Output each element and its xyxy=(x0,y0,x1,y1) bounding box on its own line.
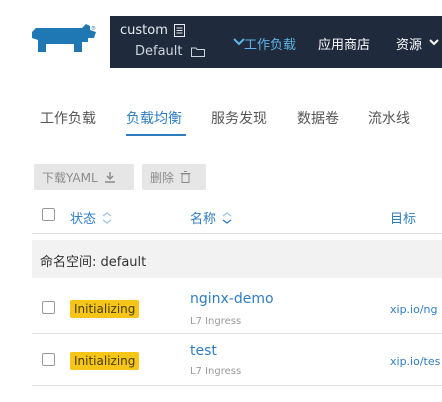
active-tab-indicator xyxy=(126,134,186,136)
download-yaml-label: 下载YAML xyxy=(42,170,98,185)
nav-resources[interactable]: 资源 xyxy=(396,34,422,53)
sort-icon xyxy=(222,211,232,224)
delete-label: 删除 xyxy=(150,170,175,185)
top-header: ® custom Default 工作负载 应用商店 资源 xyxy=(0,0,442,82)
row-name-link[interactable]: nginx-demo xyxy=(190,291,274,307)
document-icon xyxy=(173,24,185,37)
tab-load-balancing[interactable]: 负载均衡 xyxy=(126,108,182,128)
row-checkbox[interactable] xyxy=(42,301,55,314)
select-all-checkbox[interactable] xyxy=(42,208,55,221)
trash-icon xyxy=(180,171,191,183)
delete-button[interactable]: 删除 xyxy=(142,164,206,190)
cluster-project-switcher[interactable]: custom Default xyxy=(110,16,232,68)
tab-workloads[interactable]: 工作负载 xyxy=(40,108,96,128)
column-target[interactable]: 目标 xyxy=(390,208,416,227)
table-header: 状态 名称 目标 xyxy=(32,200,442,234)
row-type: L7 Ingress xyxy=(190,316,242,327)
row-checkbox[interactable] xyxy=(42,353,55,366)
column-name[interactable]: 名称 xyxy=(190,208,232,227)
svg-text:®: ® xyxy=(91,25,96,32)
column-target-label: 目标 xyxy=(390,212,417,227)
nav-app-store[interactable]: 应用商店 xyxy=(318,34,370,53)
sort-icon xyxy=(102,211,112,224)
namespace-label: 命名空间: default xyxy=(40,255,147,270)
main-nav: 工作负载 应用商店 资源 xyxy=(232,16,442,68)
status-badge: Initializing xyxy=(70,300,140,318)
tab-service-discovery[interactable]: 服务发现 xyxy=(211,108,267,128)
column-status-label: 状态 xyxy=(70,212,97,227)
tab-pipeline[interactable]: 流水线 xyxy=(368,108,410,128)
download-icon xyxy=(104,172,115,183)
cluster-name: custom xyxy=(120,23,168,38)
status-badge: Initializing xyxy=(70,352,140,370)
resources-chevron-icon[interactable] xyxy=(428,36,440,48)
column-status[interactable]: 状态 xyxy=(70,208,112,227)
sub-tabs: 工作负载 负载均衡 服务发现 数据卷 流水线 xyxy=(0,96,442,140)
rancher-logo-icon[interactable]: ® xyxy=(28,24,98,54)
tab-volumes[interactable]: 数据卷 xyxy=(297,108,339,128)
download-yaml-button[interactable]: 下载YAML xyxy=(34,164,134,190)
project-name: Default xyxy=(135,44,183,59)
column-name-label: 名称 xyxy=(190,212,217,227)
table-row[interactable]: Initializing nginx-demo L7 Ingress xip.i… xyxy=(32,284,442,334)
row-name-link[interactable]: test xyxy=(190,343,217,359)
row-target-link[interactable]: xip.io/tes xyxy=(390,355,440,368)
namespace-group-row: 命名空间: default xyxy=(32,240,442,278)
row-type: L7 Ingress xyxy=(190,366,242,377)
folder-icon xyxy=(190,47,205,57)
table-row[interactable]: Initializing test L7 Ingress xip.io/tes xyxy=(32,336,442,386)
row-target-link[interactable]: xip.io/ng xyxy=(390,303,438,316)
nav-workloads[interactable]: 工作负载 xyxy=(244,34,296,53)
